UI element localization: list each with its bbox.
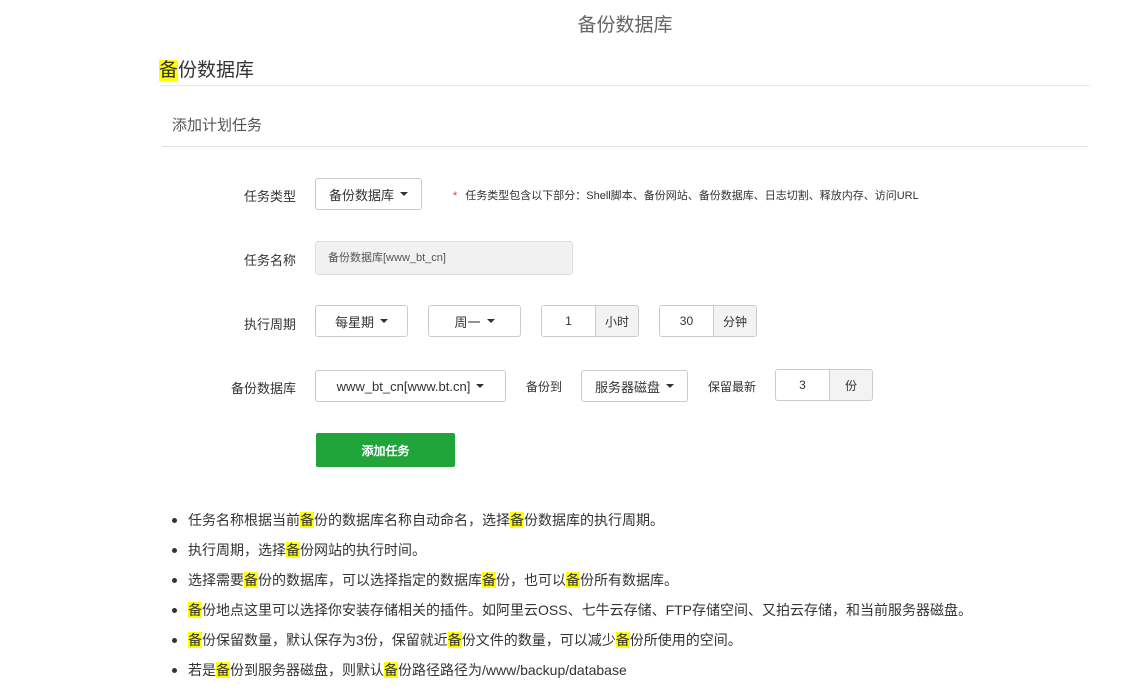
note-text: 选择需要 [188, 572, 244, 588]
weekday-value: 周一 [454, 314, 481, 330]
task-name-label: 任务名称 [243, 253, 296, 268]
note-text: 执行周期，选择 [188, 542, 286, 558]
panel-title: 添加计划任务 [172, 117, 263, 134]
note-text: 份所使用的空间。 [629, 632, 742, 648]
note-text: 任务名称根据当前 [188, 512, 300, 528]
note-text: 份数据库的执行周期。 [524, 512, 664, 528]
search-highlight: 备 [482, 572, 496, 588]
database-dropdown[interactable]: www_bt_cn[www.bt.cn] [315, 370, 506, 402]
caret-down-icon [666, 384, 674, 388]
note-item: 备份保留数量，默认保存为3份，保留就近备份文件的数量，可以减少备份所使用的空间。 [170, 628, 972, 658]
task-type-dropdown[interactable]: 备份数据库 [315, 178, 422, 210]
caret-down-icon [476, 384, 485, 388]
search-highlight: 备 [447, 632, 462, 648]
caret-down-icon [400, 192, 408, 196]
minute-addon: 分钟 [712, 306, 756, 336]
backup-db-label: 备份数据库 [230, 381, 296, 396]
backup-to-value: 服务器磁盘 [594, 379, 660, 395]
keep-addon: 份 [828, 370, 872, 400]
hour-input-group: 1 小时 [541, 305, 639, 337]
database-value: www_bt_cn[www.bt.cn] [336, 378, 471, 394]
required-star: * [453, 190, 458, 202]
hour-input[interactable]: 1 [542, 306, 595, 336]
page-title: 备份数据库 [577, 15, 673, 36]
keep-input-group: 3 份 [775, 369, 873, 401]
search-highlight: 备 [510, 512, 524, 528]
search-highlight: 备 [566, 572, 580, 588]
note-item: 若是备份到服务器磁盘，则默认备份路径路径为/www/backup/databas… [170, 658, 972, 688]
note-text: 份文件的数量，可以减少 [461, 632, 616, 648]
keep-count-input[interactable]: 3 [776, 370, 829, 400]
caret-down-icon [380, 319, 388, 323]
search-highlight: 备 [300, 512, 314, 528]
note-item: 选择需要备份的数据库，可以选择指定的数据库备份，也可以备份所有数据库。 [170, 568, 972, 598]
search-highlight: 备 [159, 60, 179, 81]
add-task-button[interactable]: 添加任务 [316, 433, 455, 467]
caret-down-icon [486, 319, 495, 323]
section-title-rest: 份数据库 [178, 60, 255, 81]
divider [162, 146, 1088, 147]
search-highlight: 备 [188, 632, 202, 648]
hour-addon: 小时 [594, 306, 638, 336]
task-type-value: 备份数据库 [328, 187, 394, 203]
search-highlight: 备 [384, 662, 398, 678]
note-text: 份保留数量，默认保存为3份，保留就近 [202, 632, 448, 648]
keep-latest-label: 保留最新 [708, 380, 757, 394]
note-item: 任务名称根据当前备份的数据库名称自动命名，选择备份数据库的执行周期。 [170, 508, 972, 538]
help-notes: 任务名称根据当前备份的数据库名称自动命名，选择备份数据库的执行周期。 执行周期，选… [170, 508, 972, 688]
search-highlight: 备 [188, 602, 202, 618]
search-highlight: 备 [244, 572, 258, 588]
note-item: 执行周期，选择备份网站的执行时间。 [170, 538, 972, 568]
divider [160, 85, 1090, 86]
task-type-hint-text: 任务类型包含以下部分：Shell脚本、备份网站、备份数据库、日志切割、释放内存、… [465, 190, 919, 202]
task-type-hint: * 任务类型包含以下部分：Shell脚本、备份网站、备份数据库、日志切割、释放内存… [453, 187, 919, 203]
backup-to-dropdown[interactable]: 服务器磁盘 [581, 370, 688, 402]
search-highlight: 备 [216, 662, 230, 678]
note-text: 份路径路径为/www/backup/database [398, 662, 627, 678]
task-type-label: 任务类型 [243, 189, 296, 204]
section-title: 备份数据库 [159, 55, 254, 82]
search-highlight: 备 [615, 632, 630, 648]
note-item: 备份地点这里可以选择你安装存储相关的插件。如阿里云OSS、七牛云存储、FTP存储… [170, 598, 972, 628]
note-text: 份网站的执行时间。 [300, 542, 426, 558]
backup-to-label: 备份到 [526, 380, 563, 394]
task-name-input: 备份数据库[www_bt_cn] [315, 241, 573, 275]
cycle-label: 执行周期 [243, 317, 296, 332]
cycle-period-dropdown[interactable]: 每星期 [315, 305, 408, 337]
cycle-period-value: 每星期 [334, 314, 374, 330]
minute-input-group: 30 分钟 [659, 305, 757, 337]
search-highlight: 备 [286, 542, 300, 558]
note-text: 份到服务器磁盘，则默认 [230, 662, 384, 678]
note-text: 若是 [188, 662, 216, 678]
note-text: 份地点这里可以选择你安装存储相关的插件。如阿里云OSS、七牛云存储、FTP存储空… [202, 602, 973, 618]
note-text: 份的数据库名称自动命名，选择 [314, 512, 510, 528]
weekday-dropdown[interactable]: 周一 [428, 305, 521, 337]
note-text: 份所有数据库。 [580, 572, 678, 588]
note-text: 份，也可以 [496, 572, 566, 588]
minute-input[interactable]: 30 [660, 306, 713, 336]
note-text: 份的数据库，可以选择指定的数据库 [258, 572, 482, 588]
